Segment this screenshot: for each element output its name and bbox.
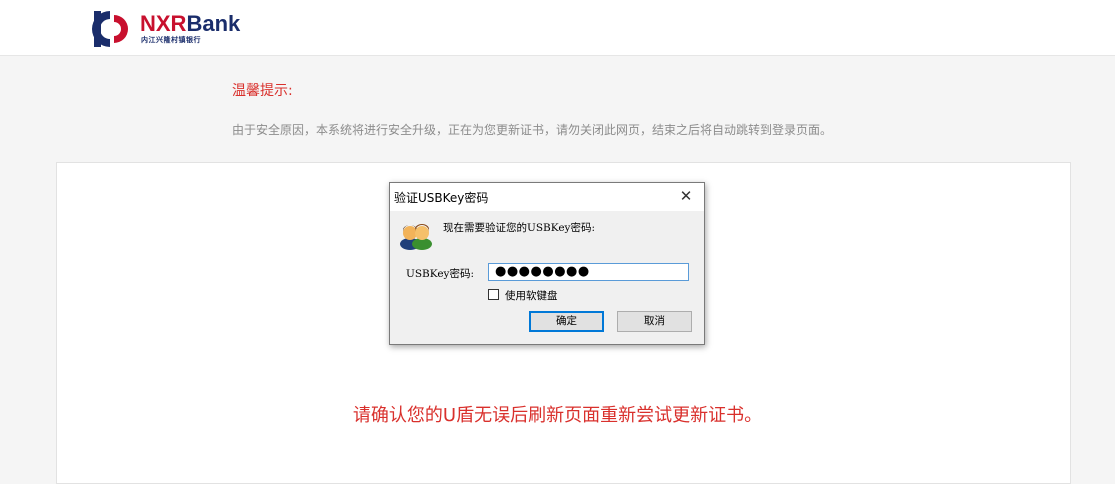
- bank-logo-wordmark: NXRBank: [140, 12, 240, 36]
- ok-button[interactable]: 确定: [529, 311, 604, 332]
- usbkey-password-dialog: 验证USBKey密码 ✕ 现在需要验证您的USBKey密码: USBKey密码:…: [389, 182, 705, 345]
- bank-logo-subtitle: 内江兴隆村镇银行: [141, 36, 201, 44]
- soft-keyboard-label[interactable]: 使用软键盘: [505, 288, 558, 303]
- top-header: NXRBank 内江兴隆村镇银行: [0, 0, 1115, 56]
- bank-logo[interactable]: NXRBank 内江兴隆村镇银行: [90, 9, 250, 49]
- dialog-titlebar[interactable]: 验证USBKey密码 ✕: [390, 183, 704, 211]
- dialog-prompt: 现在需要验证您的USBKey密码:: [443, 222, 596, 234]
- checkbox-box[interactable]: [488, 289, 499, 300]
- password-label: USBKey密码:: [406, 268, 475, 280]
- bank-logo-mark-icon: [92, 11, 128, 47]
- notice-title: 温馨提示:: [232, 83, 293, 99]
- cancel-button[interactable]: 取消: [617, 311, 692, 332]
- password-field[interactable]: ●●●●●●●●: [488, 263, 689, 281]
- notice-body: 由于安全原因，本系统将进行安全升级，正在为您更新证书，请勿关闭此网页，结束之后将…: [232, 123, 833, 137]
- logo-brand-bank: Bank: [186, 11, 241, 36]
- retry-message: 请确认您的U盾无误后刷新页面重新尝试更新证书。: [352, 405, 763, 426]
- dialog-title: 验证USBKey密码: [394, 191, 489, 205]
- logo-brand-nxr: NXR: [140, 11, 187, 36]
- close-icon[interactable]: ✕: [676, 186, 696, 206]
- users-icon: [400, 224, 432, 250]
